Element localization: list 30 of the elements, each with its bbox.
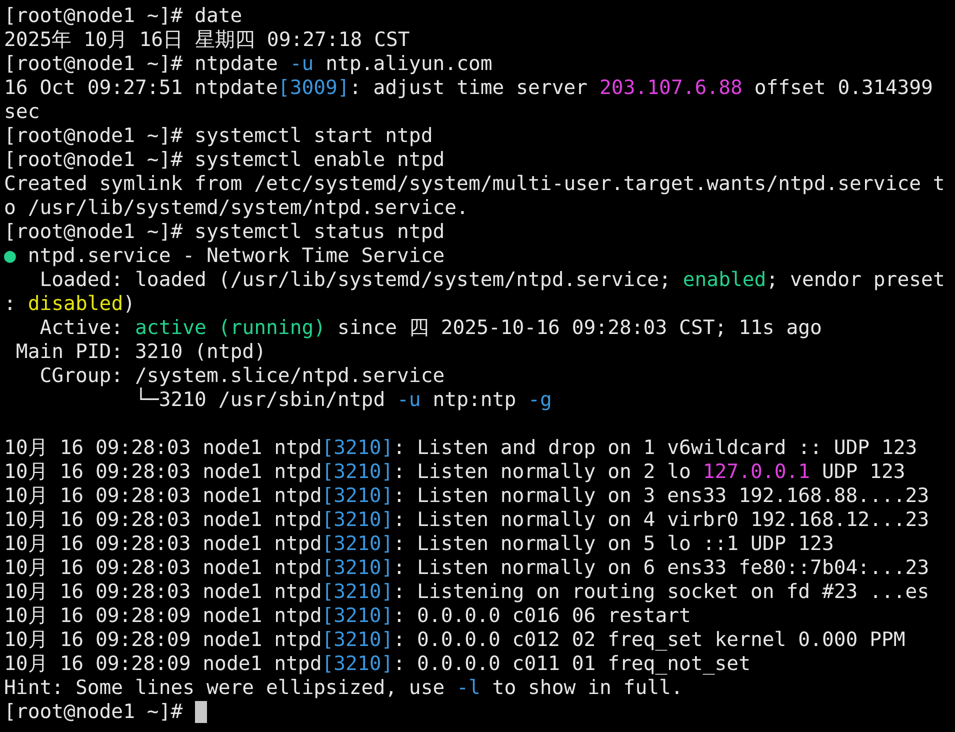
terminal-line: 10月 16 09:28:03 node1 ntpd[3210]: Listen normally on 6 ens33 fe80::7b04:...23 bbox=[4, 556, 930, 580]
terminal-line: └─3210 /usr/sbin/ntpd -u ntp:ntp -g bbox=[134, 388, 552, 412]
terminal-line: 16 Oct 09:27:51 ntpdate[3009]: adjust time server 203.107.6.88 offset 0.314399 bbox=[4, 76, 933, 100]
terminal-line: 10月 16 09:28:03 node1 ntpd[3210]: Listening on routing socket on fd #23 ...es bbox=[4, 580, 930, 604]
terminal-line: [root@node1 ~]# ntpdate -u ntp.aliyun.com bbox=[4, 52, 492, 76]
terminal-line: 10月 16 09:28:03 node1 ntpd[3210]: Listen and drop on 1 v6wildcard :: UDP 123 bbox=[4, 436, 918, 460]
terminal-line: 2025年 10月 16日 星期四 09:27:18 CST bbox=[4, 28, 410, 52]
terminal-line: 10月 16 09:28:03 node1 ntpd[3210]: Listen normally on 4 virbr0 192.168.12...23 bbox=[4, 508, 930, 532]
terminal-line: 10月 16 09:28:09 node1 ntpd[3210]: 0.0.0.0 c016 06 restart bbox=[4, 604, 691, 628]
terminal-line: [root@node1 ~]# systemctl start ntpd bbox=[4, 124, 433, 148]
terminal-line: Active: active (running) since 四 2025-10-16 09:28:03 CST; 11s ago bbox=[38, 316, 822, 340]
terminal-line: o /usr/lib/systemd/system/ntpd.service. bbox=[4, 196, 468, 220]
terminal-line: 10月 16 09:28:09 node1 ntpd[3210]: 0.0.0.0 c011 01 freq_not_set bbox=[4, 652, 750, 676]
terminal-line: CGroup: /system.slice/ntpd.service bbox=[38, 364, 445, 388]
terminal-prompt: [root@node1 ~]# bbox=[4, 700, 184, 724]
terminal-line: [root@node1 ~]# date bbox=[4, 4, 242, 28]
terminal-line: Created symlink from /etc/systemd/system/multi-user.target.wants/ntpd.service t bbox=[4, 172, 945, 196]
terminal-line: [root@node1 ~]# systemctl enable ntpd bbox=[4, 148, 445, 172]
terminal-line: : disabled) bbox=[4, 292, 136, 316]
terminal-line: [root@node1 ~]# systemctl status ntpd bbox=[4, 220, 445, 244]
text-cursor bbox=[194, 701, 207, 723]
terminal-line: Loaded: loaded (/usr/lib/systemd/system/ntpd.service; enabled; vendor preset bbox=[38, 268, 945, 292]
terminal-line: 10月 16 09:28:03 node1 ntpd[3210]: Listen normally on 2 lo 127.0.0.1 UDP 123 bbox=[4, 460, 906, 484]
terminal-line: 10月 16 09:28:09 node1 ntpd[3210]: 0.0.0.0 c012 02 freq_set kernel 0.000 PPM bbox=[4, 628, 906, 652]
terminal-line: 10月 16 09:28:03 node1 ntpd[3210]: Listen normally on 3 ens33 192.168.88....23 bbox=[4, 484, 930, 508]
terminal-line: sec bbox=[4, 100, 40, 124]
terminal-line: Main PID: 3210 (ntpd) bbox=[14, 340, 266, 364]
terminal-line: ● ntpd.service - Network Time Service bbox=[4, 244, 445, 268]
terminal-line: 10月 16 09:28:03 node1 ntpd[3210]: Listen normally on 5 lo ::1 UDP 123 bbox=[4, 532, 834, 556]
terminal-line: Hint: Some lines were ellipsized, use -l to show in full. bbox=[4, 676, 683, 700]
